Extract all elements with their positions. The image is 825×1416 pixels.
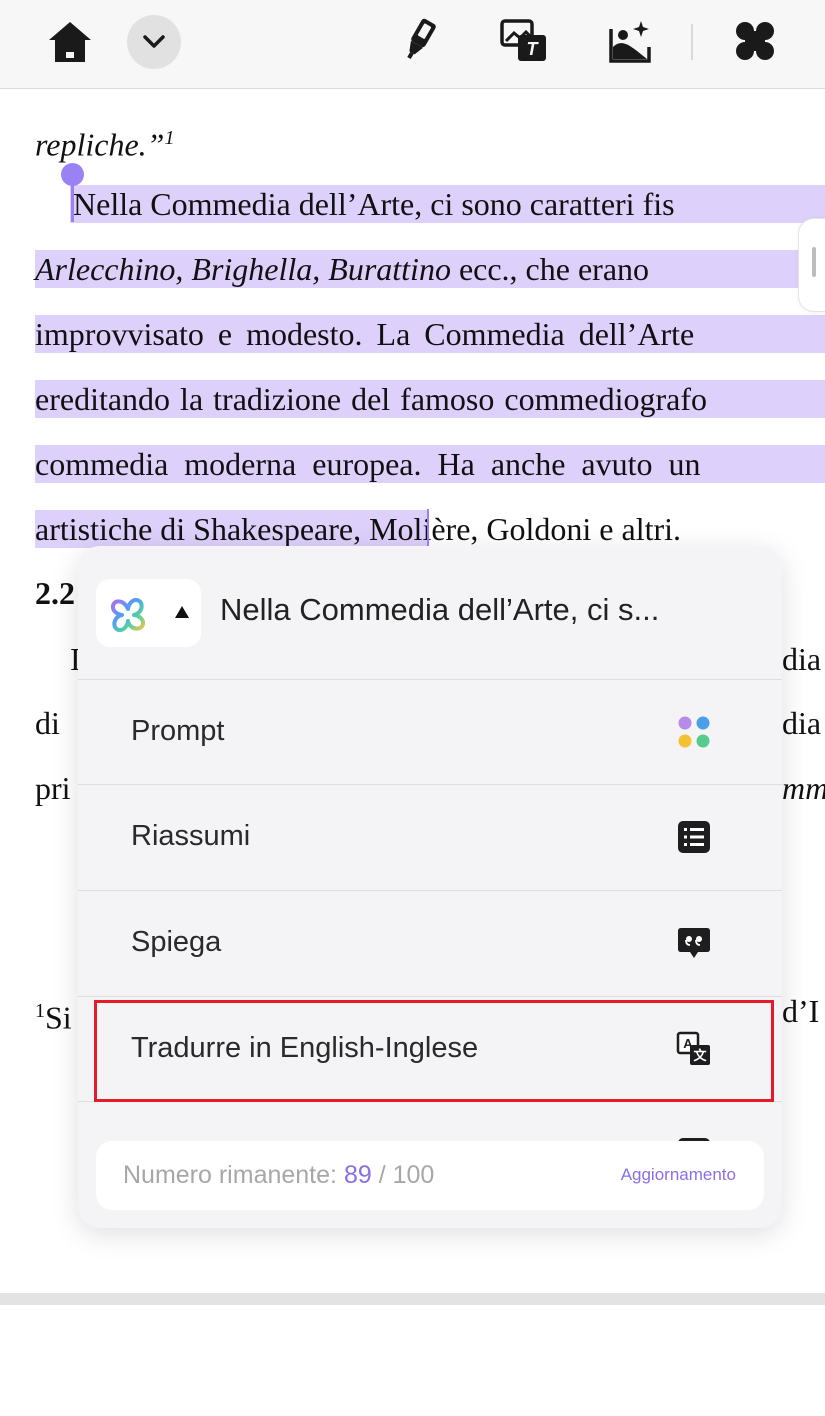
page-gap	[0, 1293, 825, 1305]
quote-bubble-icon	[678, 928, 710, 958]
apps-button[interactable]	[732, 18, 778, 64]
menu-item-label: Prompt	[131, 715, 225, 747]
highlight-frame	[94, 1000, 774, 1102]
usage-quota-bar: Numero rimanente: 89 / 100 Aggiornamento	[96, 1141, 764, 1210]
doc-fragment: d’I	[782, 993, 820, 1029]
colored-dots-icon	[678, 716, 710, 748]
doc-fragment: 2.2	[35, 575, 75, 611]
menu-item-explain[interactable]: Spiega	[78, 890, 782, 996]
doc-line[interactable]: artistiche di Shakespeare, Molière, Gold…	[35, 509, 681, 549]
chevron-down-icon	[143, 35, 165, 48]
caret-up-icon	[175, 606, 189, 618]
doc-line[interactable]: improvvisato e modesto. La Commedia dell…	[35, 314, 694, 354]
popup-header: Nella Commedia dell’Arte, ci s...	[78, 546, 782, 678]
menu-item-label: Riassumi	[131, 820, 251, 852]
menu-item-prompt[interactable]: Prompt	[78, 679, 782, 785]
apps-grid-icon	[736, 22, 774, 60]
menu-item-summarize[interactable]: Riassumi	[78, 784, 782, 890]
doc-line[interactable]: ereditando la tradizione del famoso comm…	[35, 379, 707, 419]
doc-line: repliche.”1	[35, 126, 175, 163]
doc-fragment: pri	[35, 770, 71, 806]
selected-text-preview: Nella Commedia dell’Arte, ci s...	[220, 592, 660, 627]
highlighter-button[interactable]	[396, 14, 444, 64]
image-translate-icon: T	[500, 19, 546, 61]
ai-assistant-popup: Nella Commedia dell’Arte, ci s... Prompt…	[78, 546, 782, 1228]
list-icon	[678, 821, 710, 853]
image-translate-button[interactable]: T	[499, 18, 549, 64]
image-ai-button[interactable]	[606, 18, 654, 64]
selection-end-handle[interactable]	[427, 509, 429, 547]
doc-fragment: di	[35, 705, 60, 741]
top-toolbar: T	[0, 0, 825, 89]
ai-logo-icon	[111, 598, 145, 632]
home-icon	[49, 22, 91, 62]
next-page	[0, 1305, 825, 1416]
image-ai-icon	[609, 21, 651, 63]
scroll-handle[interactable]	[798, 218, 825, 312]
doc-line[interactable]: Arlecchino, Brighella, Burattino ecc., c…	[35, 249, 649, 289]
menu-item-label: Spiega	[131, 926, 222, 958]
doc-line[interactable]: commedia moderna europea. Ha anche avuto…	[35, 444, 701, 484]
doc-fragment: mm	[782, 770, 825, 806]
doc-fragment: 1Si	[35, 999, 72, 1036]
selection-start-bar	[71, 180, 74, 222]
upgrade-link[interactable]: Aggiornamento	[621, 1165, 736, 1185]
model-selector[interactable]	[96, 579, 201, 647]
doc-line[interactable]: Nella Commedia dell’Arte, ci sono caratt…	[73, 184, 825, 224]
highlighter-icon	[407, 18, 436, 60]
toolbar-divider	[691, 24, 693, 60]
doc-fragment: dia	[782, 705, 822, 741]
remaining-count: Numero rimanente: 89 / 100	[123, 1161, 435, 1189]
doc-fragment: dia	[782, 641, 822, 677]
home-button[interactable]	[44, 16, 96, 68]
collapse-button[interactable]	[127, 15, 181, 69]
